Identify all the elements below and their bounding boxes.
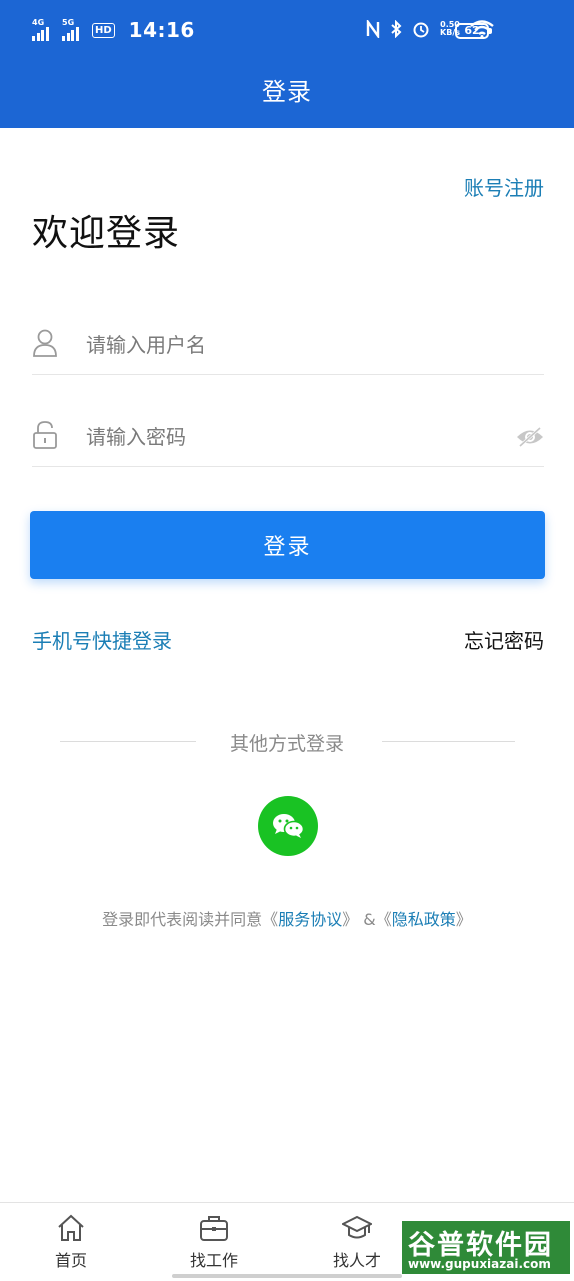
signal-4g-icon: 4G (32, 19, 54, 41)
home-icon (58, 1214, 84, 1241)
wechat-icon (273, 814, 305, 838)
username-field-row (32, 314, 544, 375)
signal-5g-icon: 5G (62, 19, 84, 41)
graduation-cap-icon (342, 1215, 372, 1239)
username-input[interactable] (84, 324, 508, 366)
other-login-label: 其他方式登录 (229, 733, 344, 755)
home-indicator[interactable] (172, 1274, 402, 1278)
nfc-icon (366, 20, 380, 38)
tab-home[interactable]: 首页 (16, 1203, 126, 1281)
agreement-text: 登录即代表阅读并同意《服务协议》 &《隐私政策》 (0, 906, 574, 930)
page-title: 登录 (262, 78, 312, 106)
signal-5g-label: 5G (62, 18, 75, 27)
tab-find-talent-label: 找人才 (332, 1251, 381, 1270)
tab-home-label: 首页 (54, 1251, 87, 1270)
user-icon (33, 329, 57, 357)
watermark-logo: 谷普软件园 www.gupuxiazai.com (400, 1219, 572, 1276)
tab-find-talent[interactable]: 找人才 (302, 1203, 412, 1281)
service-agreement-link[interactable]: 服务协议 (278, 910, 342, 929)
agreement-suffix: 》 (455, 910, 472, 929)
tab-find-job-label: 找工作 (189, 1251, 238, 1270)
password-field-row (32, 406, 544, 467)
watermark-url: www.gupuxiazai.com (408, 1257, 551, 1271)
alarm-clock-icon (413, 22, 429, 38)
agreement-middle: 》 &《 (342, 910, 392, 929)
briefcase-icon (200, 1216, 228, 1241)
login-button[interactable]: 登录 (30, 511, 545, 579)
title-bar: 登录 (0, 60, 574, 128)
lock-icon (33, 421, 57, 449)
register-link[interactable]: 账号注册 (464, 172, 544, 201)
status-time: 14:16 (128, 18, 195, 42)
eye-hidden-icon[interactable] (516, 426, 544, 448)
password-input[interactable] (84, 416, 508, 458)
wechat-login-button[interactable] (258, 796, 318, 856)
hd-voice-badge: HD (92, 22, 115, 38)
privacy-policy-link[interactable]: 隐私政策 (392, 910, 456, 929)
battery-indicator: 62 (455, 23, 492, 39)
phone-quick-login-link[interactable]: 手机号快捷登录 (32, 625, 172, 654)
welcome-heading: 欢迎登录 (32, 213, 181, 254)
forgot-password-link[interactable]: 忘记密码 (464, 625, 544, 654)
agreement-prefix: 登录即代表阅读并同意《 (102, 910, 279, 929)
status-bar: 4G 5G HD 14:16 0.50 KB/s 62 (0, 0, 574, 60)
bluetooth-icon (391, 20, 402, 38)
tab-find-job[interactable]: 找工作 (159, 1203, 269, 1281)
signal-4g-label: 4G (32, 18, 45, 27)
